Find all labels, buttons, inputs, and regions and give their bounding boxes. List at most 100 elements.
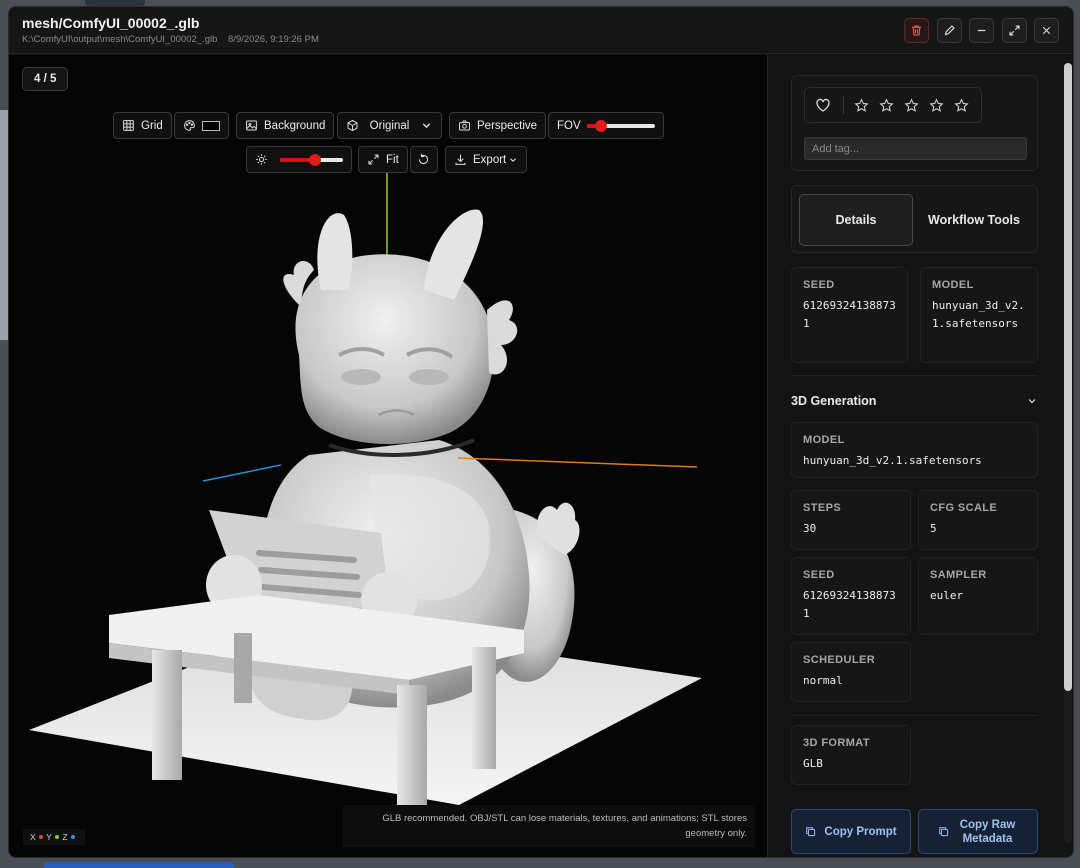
copy-icon (806, 827, 816, 837)
maximize-button[interactable] (1002, 18, 1027, 43)
dragon-eye-left (341, 369, 381, 385)
minimize-button[interactable] (969, 18, 994, 43)
camera-label: Perspective (477, 119, 538, 132)
rotate-ccw-icon (418, 153, 429, 165)
file-path: K:\ComfyUI\output\mesh\ComfyUI_00002_.gl… (22, 34, 218, 45)
dragon-horn-right (424, 209, 483, 300)
chevron-down-icon (422, 123, 431, 129)
copy-icon (938, 827, 948, 837)
axes-legend: XYZ (23, 829, 86, 845)
export-label: Export (473, 153, 507, 166)
gen-sampler-label: SAMPLER (930, 569, 987, 581)
fov-knob[interactable] (594, 119, 607, 132)
axis-x-label: X (30, 832, 37, 842)
image-counter: 4 / 5 (22, 67, 69, 91)
gen-scheduler-label: SCHEDULER (803, 654, 876, 666)
export-button[interactable]: Export (445, 146, 528, 173)
format-card: 3D FORMAT GLB (791, 725, 911, 785)
copy-prompt-button[interactable]: Copy Prompt (791, 809, 911, 854)
gen-cfg-value[interactable]: 5 (930, 520, 1026, 538)
titlebar: mesh/ComfyUI_00002_.glb K:\ComfyUI\outpu… (9, 7, 1073, 54)
gen-seed-card: SEED 612693241388731 (791, 557, 911, 635)
camera-icon (458, 120, 471, 131)
palette-icon (184, 120, 195, 131)
light-control[interactable] (246, 146, 352, 173)
summary-model-value[interactable]: hunyuan_3d_v2.1.safetensors (932, 297, 1026, 333)
divider (791, 375, 1038, 376)
minimize-icon (977, 29, 986, 32)
copy-raw-metadata-button[interactable]: Copy Raw Metadata (918, 809, 1038, 854)
summary-seed-value[interactable]: 612693241388731 (803, 297, 896, 333)
gen-seed-label: SEED (803, 569, 835, 581)
export-hint: GLB recommended. OBJ/STL can lose materi… (343, 805, 755, 847)
fit-icon (368, 154, 379, 165)
fov-control[interactable]: FOV (548, 112, 664, 139)
light-fill (280, 157, 312, 162)
format-label: 3D FORMAT (803, 737, 870, 749)
background-image-button[interactable]: Background (236, 112, 335, 139)
background-color-picker[interactable] (174, 112, 229, 139)
star-icon-4[interactable] (929, 97, 944, 113)
section-3d-generation[interactable]: 3D Generation (791, 389, 1038, 413)
axis-x-dot (39, 835, 44, 839)
sidebar-tabs: Details Workflow Tools (791, 185, 1038, 253)
reset-view-button[interactable] (410, 146, 438, 173)
material-label: Original (369, 119, 410, 132)
rating-bar (804, 87, 982, 123)
fit-button[interactable]: Fit (358, 146, 408, 173)
material-select[interactable]: Original (337, 112, 442, 139)
fov-label: FOV (557, 119, 581, 132)
desk-leg-2 (397, 685, 427, 813)
gen-model-value[interactable]: hunyuan_3d_v2.1.safetensors (803, 452, 1026, 470)
camera-projection-button[interactable]: Perspective (449, 112, 547, 139)
gen-model-label: MODEL (803, 434, 845, 446)
file-path-line: K:\ComfyUI\output\mesh\ComfyUI_00002_.gl… (22, 34, 327, 45)
gen-cfg-card: CFG SCALE 5 (918, 490, 1038, 550)
desk-leg-3 (472, 647, 496, 769)
dragon-horn-left (317, 213, 353, 290)
add-tag-input[interactable] (804, 137, 1027, 160)
summary-seed-card: SEED 612693241388731 (791, 267, 908, 363)
expand-icon (1009, 25, 1020, 36)
close-button[interactable] (1034, 18, 1059, 43)
tab-workflow-tools[interactable]: Workflow Tools (917, 194, 1031, 246)
scrollbar-thumb[interactable] (1064, 63, 1072, 691)
download-icon (455, 154, 466, 165)
gen-scheduler-value[interactable]: normal (803, 672, 899, 690)
summary-model-card: MODEL hunyuan_3d_v2.1.safetensors (920, 267, 1038, 363)
gen-model-card: MODEL hunyuan_3d_v2.1.safetensors (791, 422, 1038, 478)
model-viewport[interactable]: 4 / 5 Grid Background Original Perspecti… (9, 55, 767, 858)
tab-details[interactable]: Details (799, 194, 913, 246)
grid-label: Grid (141, 119, 163, 132)
pencil-icon (944, 25, 955, 36)
fov-slider[interactable] (586, 119, 655, 132)
rename-button[interactable] (937, 18, 962, 43)
axis-z-label: Z (62, 832, 69, 842)
asset-viewer-dialog: mesh/ComfyUI_00002_.glb K:\ComfyUI\outpu… (8, 6, 1074, 858)
axis-y-label: Y (46, 832, 53, 842)
star-icon-5[interactable] (954, 97, 969, 113)
format-value[interactable]: GLB (803, 755, 899, 773)
gen-sampler-value[interactable]: euler (930, 587, 1026, 605)
light-slider[interactable] (280, 153, 343, 166)
delete-button[interactable] (904, 18, 929, 43)
background-label: Background (264, 119, 326, 132)
star-icon-2[interactable] (879, 97, 894, 113)
gen-steps-value[interactable]: 30 (803, 520, 899, 538)
close-icon (1042, 26, 1051, 35)
heart-icon[interactable] (815, 97, 831, 113)
file-timestamp: 8/9/2026, 9:19:26 PM (228, 34, 319, 45)
grid-toggle[interactable]: Grid (113, 112, 172, 139)
summary-seed-label: SEED (803, 279, 835, 291)
star-icon-3[interactable] (904, 97, 919, 113)
gen-cfg-label: CFG SCALE (930, 502, 998, 514)
image-icon (246, 120, 257, 131)
3d-scene[interactable] (9, 55, 767, 858)
light-knob[interactable] (309, 153, 321, 166)
gen-seed-value[interactable]: 612693241388731 (803, 587, 899, 623)
dragon-eye-right (409, 369, 449, 385)
gen-sampler-card: SAMPLER euler (918, 557, 1038, 635)
cube-icon (347, 119, 358, 132)
grid-icon (123, 120, 134, 131)
star-icon-1[interactable] (854, 97, 869, 113)
